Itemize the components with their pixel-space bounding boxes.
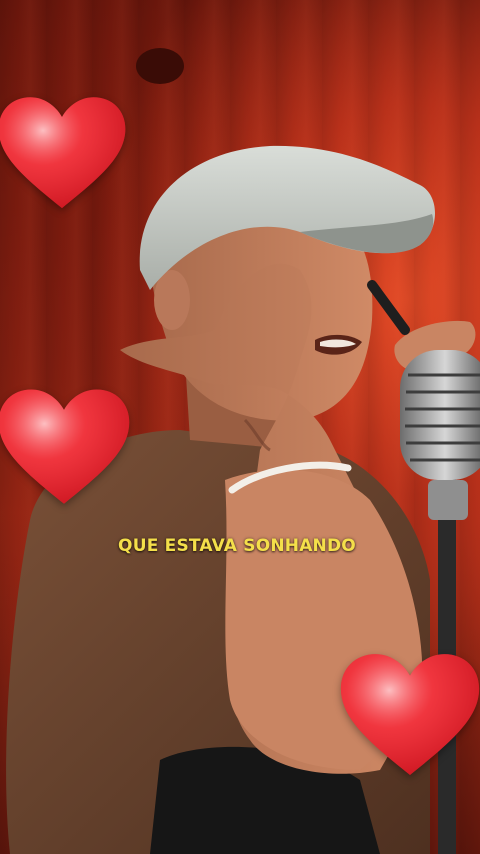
lyric-caption: QUE ESTAVA SONHANDO	[0, 536, 480, 556]
lyric-text: QUE ESTAVA SONHANDO	[118, 536, 356, 556]
heart-icon	[338, 648, 480, 784]
video-frame[interactable]: QUE ESTAVA SONHANDO	[0, 0, 480, 854]
heart-icon	[0, 80, 128, 228]
ceiling-light	[136, 48, 184, 84]
heart-icon	[0, 383, 132, 513]
